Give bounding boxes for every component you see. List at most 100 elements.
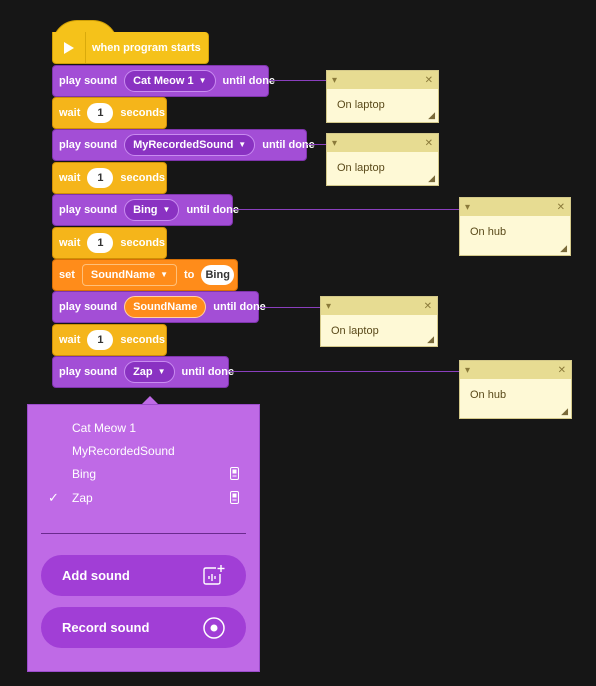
seconds-input[interactable]: 1 bbox=[87, 168, 114, 188]
resize-handle-icon[interactable]: ◢ bbox=[428, 173, 435, 184]
block-label: seconds bbox=[120, 237, 166, 249]
play-sound-block[interactable]: play sound SoundName until done bbox=[52, 291, 266, 323]
resize-handle-icon[interactable]: ◢ bbox=[428, 110, 435, 121]
sound-dropdown[interactable]: Bing ▼ bbox=[124, 199, 180, 221]
seconds-input[interactable]: 1 bbox=[87, 103, 114, 123]
sound-dropdown-value: Cat Meow 1 bbox=[133, 75, 194, 87]
block-label: until done bbox=[222, 75, 276, 87]
collapse-icon[interactable]: ▾ bbox=[332, 75, 337, 86]
record-icon bbox=[202, 616, 226, 643]
option-label: MyRecordedSound bbox=[72, 444, 175, 458]
record-sound-label: Record sound bbox=[62, 620, 150, 635]
comment-note[interactable]: ▾ ✕ On laptop ◢ bbox=[320, 296, 438, 347]
comment-link bbox=[233, 209, 459, 210]
block-label: seconds bbox=[120, 172, 166, 184]
block-label: until done bbox=[186, 204, 239, 216]
comment-text[interactable]: On laptop bbox=[321, 315, 437, 347]
option-label: Zap bbox=[72, 491, 93, 505]
play-sound-block[interactable]: play sound Zap ▼ until done bbox=[52, 356, 234, 388]
comment-header[interactable]: ▾ ✕ bbox=[460, 361, 571, 379]
close-icon[interactable]: ✕ bbox=[425, 75, 433, 86]
comment-note[interactable]: ▾ ✕ On hub ◢ bbox=[459, 197, 571, 256]
add-sound-icon bbox=[202, 564, 226, 589]
comment-text[interactable]: On laptop bbox=[327, 152, 438, 184]
collapse-icon[interactable]: ▾ bbox=[326, 301, 331, 312]
option-label: Bing bbox=[72, 467, 97, 481]
comment-note[interactable]: ▾ ✕ On laptop ◢ bbox=[326, 70, 439, 123]
wait-block[interactable]: wait 1 seconds bbox=[52, 324, 167, 356]
checkmark-icon: ✓ bbox=[48, 490, 59, 505]
sound-dropdown[interactable]: MyRecordedSound ▼ bbox=[124, 134, 256, 156]
block-label: seconds bbox=[120, 334, 166, 346]
collapse-icon[interactable]: ▾ bbox=[465, 365, 470, 376]
set-variable-block[interactable]: set SoundName ▼ to Bing bbox=[52, 259, 238, 291]
block-label: wait bbox=[59, 107, 81, 119]
comment-header[interactable]: ▾ ✕ bbox=[321, 297, 437, 315]
close-icon[interactable]: ✕ bbox=[424, 301, 432, 312]
seconds-input[interactable]: 1 bbox=[87, 233, 114, 253]
sound-dropdown-value: MyRecordedSound bbox=[133, 139, 234, 151]
block-label: play sound bbox=[59, 366, 118, 378]
when-program-starts-block[interactable]: when program starts bbox=[52, 32, 209, 64]
chevron-down-icon: ▼ bbox=[160, 270, 169, 279]
close-icon[interactable]: ✕ bbox=[557, 202, 565, 213]
play-sound-block[interactable]: play sound Bing ▼ until done bbox=[52, 194, 239, 226]
wait-block[interactable]: wait 1 seconds bbox=[52, 97, 167, 129]
comment-note[interactable]: ▾ ✕ On hub ◢ bbox=[459, 360, 572, 419]
add-sound-button[interactable]: Add sound bbox=[41, 555, 246, 596]
run-triangle-icon[interactable] bbox=[53, 32, 86, 63]
block-label: until done bbox=[181, 366, 235, 378]
close-icon[interactable]: ✕ bbox=[558, 365, 566, 376]
play-sound-block[interactable]: play sound Cat Meow 1 ▼ until done bbox=[52, 65, 275, 97]
comment-link bbox=[229, 371, 459, 372]
sound-dropdown[interactable]: Cat Meow 1 ▼ bbox=[124, 70, 216, 92]
dropdown-option[interactable]: MyRecordedSound bbox=[28, 440, 259, 462]
block-label: set bbox=[59, 269, 75, 281]
comment-header[interactable]: ▾ ✕ bbox=[327, 71, 438, 89]
wait-block[interactable]: wait 1 seconds bbox=[52, 162, 167, 194]
comment-link bbox=[259, 307, 320, 308]
hub-device-icon bbox=[230, 491, 239, 507]
resize-handle-icon[interactable]: ◢ bbox=[427, 334, 434, 345]
resize-handle-icon[interactable]: ◢ bbox=[561, 406, 568, 417]
close-icon[interactable]: ✕ bbox=[425, 138, 433, 149]
code-canvas[interactable]: when program starts play sound Cat Meow … bbox=[0, 0, 596, 686]
comment-link bbox=[269, 80, 326, 81]
block-label: until done bbox=[262, 139, 315, 151]
hub-device-icon bbox=[230, 467, 239, 483]
value-input[interactable]: Bing bbox=[201, 265, 234, 285]
variable-reporter[interactable]: SoundName bbox=[124, 296, 207, 318]
comment-text[interactable]: On hub bbox=[460, 379, 571, 411]
block-label: wait bbox=[59, 172, 81, 184]
comment-header[interactable]: ▾ ✕ bbox=[327, 134, 438, 152]
comment-link bbox=[307, 144, 326, 145]
collapse-icon[interactable]: ▾ bbox=[332, 138, 337, 149]
resize-handle-icon[interactable]: ◢ bbox=[560, 243, 567, 254]
block-label: play sound bbox=[59, 75, 118, 87]
play-sound-block[interactable]: play sound MyRecordedSound ▼ until done bbox=[52, 129, 315, 161]
block-label: play sound bbox=[59, 139, 118, 151]
sound-dropdown[interactable]: Zap ▼ bbox=[124, 361, 175, 383]
block-label: play sound bbox=[59, 301, 118, 313]
record-sound-button[interactable]: Record sound bbox=[41, 607, 246, 648]
sound-dropdown-menu: Cat Meow 1 MyRecordedSound Bing ✓ Zap Ad… bbox=[27, 404, 260, 672]
seconds-input[interactable]: 1 bbox=[87, 330, 114, 350]
sound-dropdown-value: Bing bbox=[133, 204, 158, 216]
comment-note[interactable]: ▾ ✕ On laptop ◢ bbox=[326, 133, 439, 186]
variable-dropdown-value: SoundName bbox=[90, 269, 156, 281]
comment-header[interactable]: ▾ ✕ bbox=[460, 198, 570, 216]
dropdown-option[interactable]: Cat Meow 1 bbox=[28, 417, 259, 439]
comment-text[interactable]: On laptop bbox=[327, 89, 438, 121]
variable-dropdown[interactable]: SoundName ▼ bbox=[81, 264, 178, 286]
block-label: seconds bbox=[120, 107, 166, 119]
collapse-icon[interactable]: ▾ bbox=[465, 202, 470, 213]
dropdown-option-selected[interactable]: ✓ Zap bbox=[28, 487, 259, 509]
chevron-down-icon: ▼ bbox=[162, 205, 171, 214]
chevron-down-icon: ▼ bbox=[238, 140, 247, 149]
block-label: wait bbox=[59, 237, 81, 249]
dropdown-option[interactable]: Bing bbox=[28, 463, 259, 485]
wait-block[interactable]: wait 1 seconds bbox=[52, 227, 167, 259]
comment-text[interactable]: On hub bbox=[460, 216, 570, 248]
add-sound-label: Add sound bbox=[62, 568, 130, 583]
sound-dropdown-value: Zap bbox=[133, 366, 153, 378]
